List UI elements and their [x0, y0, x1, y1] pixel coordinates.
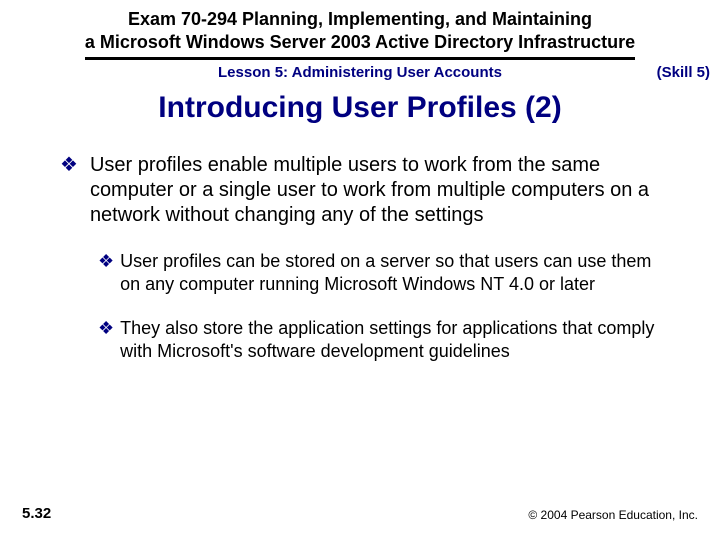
bullet-text: They also store the application settings… — [120, 317, 670, 364]
lesson-label: Lesson 5: Administering User Accounts — [90, 64, 630, 81]
diamond-bullet-icon: ❖ — [98, 250, 114, 297]
bullet-level2: ❖ They also store the application settin… — [98, 317, 670, 364]
bullet-text: User profiles can be stored on a server … — [120, 250, 670, 297]
slide-title: Introducing User Profiles (2) — [0, 91, 720, 125]
skill-label: (Skill 5) — [630, 64, 710, 81]
slide-footer: 5.32 © 2004 Pearson Education, Inc. — [0, 505, 720, 522]
exam-title: Exam 70-294 Planning, Implementing, and … — [85, 8, 635, 60]
diamond-bullet-icon: ❖ — [98, 317, 114, 364]
bullet-level1: ❖ User profiles enable multiple users to… — [60, 153, 670, 228]
bullet-level2: ❖ User profiles can be stored on a serve… — [98, 250, 670, 297]
slide-content: ❖ User profiles enable multiple users to… — [0, 153, 720, 364]
exam-title-line1: Exam 70-294 Planning, Implementing, and … — [128, 9, 592, 29]
sub-bullets: ❖ User profiles can be stored on a serve… — [60, 250, 670, 364]
exam-title-line2: a Microsoft Windows Server 2003 Active D… — [85, 32, 635, 52]
page-number: 5.32 — [22, 505, 51, 522]
slide-header: Exam 70-294 Planning, Implementing, and … — [0, 0, 720, 62]
sub-header: Lesson 5: Administering User Accounts (S… — [0, 62, 720, 87]
copyright-text: © 2004 Pearson Education, Inc. — [528, 508, 698, 522]
bullet-text: User profiles enable multiple users to w… — [90, 153, 670, 228]
diamond-bullet-icon: ❖ — [60, 153, 78, 228]
